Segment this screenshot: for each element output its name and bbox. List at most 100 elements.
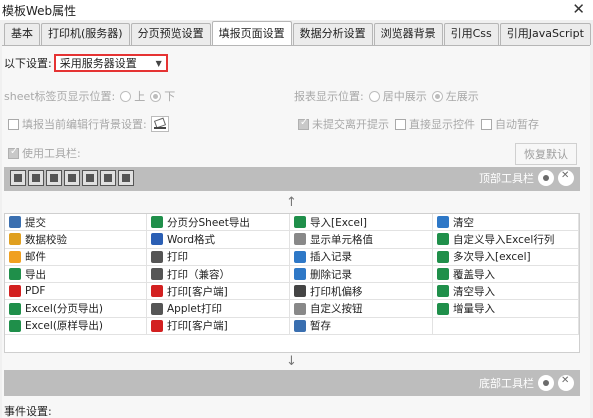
bottom-toolbar-settings-icon[interactable] xyxy=(538,375,554,391)
toolbar-item[interactable]: 自定义按钮 xyxy=(290,300,433,318)
toolbar-item[interactable]: 导出 xyxy=(5,265,147,284)
use-toolbar-label: 使用工具栏: xyxy=(22,147,81,160)
tab-css[interactable]: 引用Css xyxy=(443,23,499,45)
export-icon[interactable] xyxy=(64,170,80,186)
unsubmitted-label: 未提交离开提示 xyxy=(312,118,389,131)
blank-icon[interactable] xyxy=(118,170,134,186)
toolbar-item[interactable]: 数据校验 xyxy=(5,231,147,249)
toolbar-item[interactable]: 打印（兼容） xyxy=(147,265,290,284)
verify-icon[interactable] xyxy=(28,170,44,186)
reset-row: 恢复默认 xyxy=(515,143,577,165)
toolbar-item[interactable]: 清空导入 xyxy=(433,283,579,301)
toolbar-item[interactable]: 打印机偏移 xyxy=(290,283,433,301)
word-icon xyxy=(151,233,163,246)
toolbar-item[interactable]: Word格式 xyxy=(147,231,290,249)
excel-icon xyxy=(294,216,306,229)
toolbar-item-label: 提交 xyxy=(25,216,46,229)
report-center-label: 居中展示 xyxy=(382,90,427,103)
toolbar-item[interactable]: 邮件 xyxy=(5,248,147,266)
toolbar-item-label: 导出 xyxy=(25,268,46,281)
excel-icon xyxy=(151,216,163,229)
close-icon[interactable]: ✕ xyxy=(572,0,585,18)
toolbar-item[interactable]: 清空 xyxy=(433,214,579,232)
paint-bucket-icon[interactable] xyxy=(150,116,169,132)
direct-widget-label: 直接显示控件 xyxy=(409,118,475,131)
report-left-radio[interactable] xyxy=(431,90,443,102)
top-toolbar-settings-icon[interactable] xyxy=(538,170,554,186)
excel-icon xyxy=(437,302,449,315)
page-icon[interactable] xyxy=(100,170,116,186)
tab-javascript[interactable]: 引用JavaScript xyxy=(499,23,591,45)
top-toolbar: 顶部工具栏 xyxy=(4,167,580,191)
toolbar-item-label: 多次导入[excel] xyxy=(453,251,531,264)
print-icon xyxy=(151,250,163,263)
toolbar-item[interactable]: 插入记录 xyxy=(290,248,433,266)
toolbar-item-label: 自定义按钮 xyxy=(310,303,363,316)
top-toolbar-remove-icon[interactable] xyxy=(558,170,574,186)
toolbar-item-label: 显示单元格值 xyxy=(310,233,373,246)
report-center-radio[interactable] xyxy=(368,90,380,102)
print-icon xyxy=(151,268,163,281)
bottom-toolbar-remove-icon[interactable] xyxy=(558,375,574,391)
print-client-icon xyxy=(151,319,163,332)
toolbar-item[interactable]: 增量导入 xyxy=(433,300,579,318)
toolbar-item-label: 覆盖导入 xyxy=(453,268,495,281)
toolbar-item-label: 打印[客户端] xyxy=(167,320,228,333)
toolbar-item[interactable]: 提交 xyxy=(5,214,147,232)
use-toolbar-checkbox[interactable] xyxy=(8,146,19,159)
tab-fill-page-settings[interactable]: 填报页面设置 xyxy=(211,21,292,45)
toolbar-item[interactable]: 覆盖导入 xyxy=(433,265,579,284)
move-down-arrow-icon[interactable]: ↓ xyxy=(286,354,297,369)
sheet-top-radio[interactable] xyxy=(120,90,132,102)
mode-row: 以下设置: 采用服务器设置 ▼ xyxy=(4,54,168,72)
tab-basic[interactable]: 基本 xyxy=(4,23,40,45)
toolbar-item[interactable]: 多次导入[excel] xyxy=(433,248,579,266)
window-title: 模板Web属性 xyxy=(2,4,77,18)
print-icon[interactable] xyxy=(46,170,62,186)
delete-icon xyxy=(294,268,306,281)
tab-printer-server[interactable]: 打印机(服务器) xyxy=(41,23,130,45)
toolbar-item[interactable]: 显示单元格值 xyxy=(290,231,433,249)
toolbar-item[interactable]: Excel(分页导出) xyxy=(5,300,147,318)
sheet-top-label: 上 xyxy=(134,90,146,103)
move-icon xyxy=(294,285,306,298)
toolbar-item[interactable]: 打印[客户端] xyxy=(147,283,290,301)
toolbar-item[interactable]: 打印[客户端] xyxy=(147,317,290,336)
reset-default-button[interactable]: 恢复默认 xyxy=(515,143,577,165)
excel-icon xyxy=(437,233,449,246)
unsubmitted-checkbox[interactable] xyxy=(298,117,309,130)
excel-icon xyxy=(437,250,449,263)
sheet-bottom-label: 下 xyxy=(164,90,176,103)
auto-save-checkbox[interactable] xyxy=(481,118,492,130)
top-toolbar-label: 顶部工具栏 xyxy=(479,172,534,185)
toolbar-item[interactable]: PDF xyxy=(5,283,147,301)
toolbar-item[interactable]: 删除记录 xyxy=(290,265,433,284)
toolbar-item[interactable]: Applet打印 xyxy=(147,300,290,318)
fill-bg-checkbox[interactable] xyxy=(8,118,19,130)
toolbar-item-label: 打印（兼容） xyxy=(167,268,230,281)
toolbar-item-label: 增量导入 xyxy=(453,303,495,316)
auto-save-label: 自动暂存 xyxy=(495,118,539,131)
toolbar-item[interactable]: 分页分Sheet导出 xyxy=(147,214,290,232)
sheet-bottom-radio[interactable] xyxy=(150,90,162,102)
direct-widget-checkbox[interactable] xyxy=(395,118,406,130)
top-toolbar-controls: 顶部工具栏 xyxy=(479,170,574,186)
toolbar-item-label: Excel(原样导出) xyxy=(25,320,104,333)
tab-data-analysis[interactable]: 数据分析设置 xyxy=(292,23,373,45)
toolbar-items-list: 提交 分页分Sheet导出 导入[Excel] 清空 数据校验 Word格式 显示单元格值自… xyxy=(4,213,580,353)
toolbar-item[interactable]: 自定义导入Excel行列 xyxy=(433,231,579,249)
toolbar-item-label: 删除记录 xyxy=(310,268,352,281)
mode-select[interactable]: 采用服务器设置 ▼ xyxy=(53,54,168,72)
toolbar-item[interactable]: 暂存 xyxy=(290,317,433,336)
move-up-arrow-icon[interactable]: ↑ xyxy=(286,195,297,210)
toolbar-item[interactable]: 打印 xyxy=(147,248,290,266)
print-client-icon xyxy=(151,285,163,298)
tab-browser-background[interactable]: 浏览器背景 xyxy=(373,23,443,45)
verify-icon xyxy=(9,233,21,246)
submit-icon[interactable] xyxy=(10,170,26,186)
mail-icon[interactable] xyxy=(82,170,98,186)
toolbar-item[interactable]: Excel(原样导出) xyxy=(5,317,147,336)
toolbar-item[interactable]: 导入[Excel] xyxy=(290,214,433,232)
tab-page-preview[interactable]: 分页预览设置 xyxy=(130,23,211,45)
toolbar-item-label: Applet打印 xyxy=(167,303,223,316)
